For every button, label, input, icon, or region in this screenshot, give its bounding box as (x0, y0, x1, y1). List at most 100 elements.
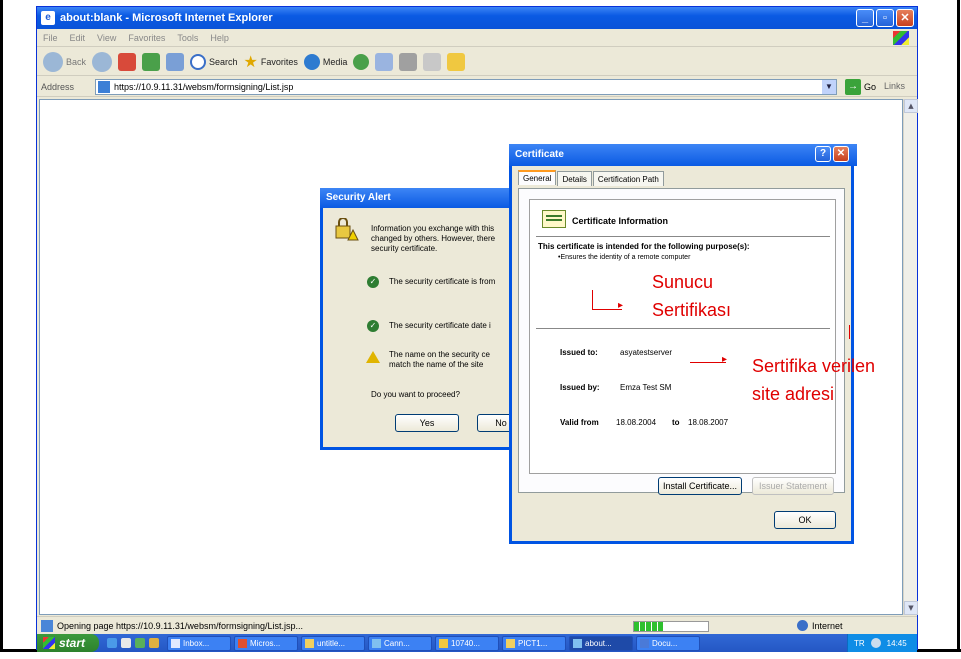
stop-button[interactable] (118, 52, 137, 71)
annotation-arrow-head: ▸ (618, 300, 624, 311)
intro-line-3: security certificate. (371, 244, 438, 253)
annotation-arrow-site (690, 362, 726, 363)
taskbar-button-about[interactable]: about... (569, 635, 633, 651)
menu-view[interactable]: View (97, 33, 116, 43)
check-icon: ✓ (367, 276, 379, 288)
back-button[interactable]: Back (43, 51, 87, 72)
search-icon (190, 53, 207, 70)
taskbar-button-inbox[interactable]: Inbox... (167, 635, 231, 651)
menu-file[interactable]: File (43, 33, 58, 43)
intro-line-1: Information you exchange with this (371, 224, 495, 233)
windows-flag-icon (893, 31, 909, 45)
quicklaunch-app-icon[interactable] (149, 638, 159, 648)
valid-to-value: 18.08.2007 (688, 418, 729, 427)
home-button[interactable] (166, 52, 185, 71)
status-text: Opening page https://10.9.11.31/websm/fo… (57, 620, 303, 631)
certificate-dialog: Certificate ? ✕ General Details Certific… (509, 144, 857, 544)
issued-by-value: Emza Test SM (620, 383, 672, 392)
star-icon: ★ (243, 53, 258, 71)
quicklaunch-desktop-icon[interactable] (121, 638, 131, 648)
media-button[interactable]: Media (303, 53, 348, 70)
folder-button[interactable] (447, 52, 466, 71)
menu-favorites[interactable]: Favorites (128, 33, 165, 43)
volume-icon[interactable] (870, 638, 881, 648)
yes-button[interactable]: Yes (395, 414, 459, 432)
print-button[interactable] (399, 52, 418, 71)
tab-details[interactable]: Details (557, 171, 592, 186)
taskbar-button-cann[interactable]: Cann... (368, 635, 432, 651)
language-indicator[interactable]: TR (854, 639, 865, 648)
taskbar-button-untitled[interactable]: untitle... (301, 635, 365, 651)
help-button[interactable]: ? (815, 146, 831, 162)
quicklaunch-ie-icon[interactable] (107, 638, 117, 648)
go-arrow-icon: → (845, 79, 861, 95)
standard-toolbar: Back Search ★ Favorites Media (37, 48, 917, 76)
address-dropdown[interactable]: ▼ (822, 80, 836, 94)
taskbar-button-micros[interactable]: Micros... (234, 635, 298, 651)
minimize-button[interactable]: _ (856, 9, 874, 27)
scroll-up-button[interactable]: ▲ (904, 99, 918, 113)
address-label: Address (41, 81, 75, 92)
security-alert-title: Security Alert (320, 188, 521, 208)
issuer-statement-button[interactable]: Issuer Statement (752, 477, 834, 495)
close-button[interactable]: ✕ (896, 9, 914, 27)
menu-help[interactable]: Help (210, 33, 229, 43)
issued-to-value: asyatestserver (620, 348, 673, 357)
annotation-mark (849, 325, 850, 339)
valid-from-label: Valid from (560, 418, 599, 427)
close-button[interactable]: ✕ (833, 146, 849, 162)
menu-tools[interactable]: Tools (177, 33, 198, 43)
divider (536, 328, 830, 329)
window-title: about:blank - Microsoft Internet Explore… (60, 12, 273, 24)
install-certificate-button[interactable]: Install Certificate... (658, 477, 742, 495)
forward-button[interactable] (92, 51, 113, 72)
start-button[interactable]: start (37, 634, 99, 652)
media-label: Media (322, 56, 348, 67)
quick-launch (107, 638, 159, 648)
taskbar-button-docu[interactable]: Docu... (636, 635, 700, 651)
scroll-down-button[interactable]: ▼ (904, 601, 918, 615)
refresh-button[interactable] (142, 52, 161, 71)
divider (536, 236, 830, 237)
taskbar-button-10740[interactable]: 10740... (435, 635, 499, 651)
certificate-info-box: Certificate Information This certificate… (529, 199, 836, 474)
status-bar: Opening page https://10.9.11.31/websm/fo… (37, 616, 917, 634)
zone-label: Internet (812, 620, 843, 631)
annotation-server-cert-1: Sunucu (652, 272, 714, 292)
edit-button[interactable] (423, 52, 442, 71)
proceed-question: Do you want to proceed? (371, 390, 460, 399)
ok-button[interactable]: OK (774, 511, 836, 529)
vertical-scrollbar[interactable]: ▲ ▼ (903, 99, 918, 615)
quicklaunch-media-icon[interactable] (135, 638, 145, 648)
tab-certification-path[interactable]: Certification Path (592, 171, 664, 186)
ie-titlebar: e about:blank - Microsoft Internet Explo… (37, 7, 917, 29)
taskbar-button-pict1[interactable]: PICT1... (502, 635, 566, 651)
cert-from-text: The security certificate is from (389, 277, 496, 286)
name-mismatch-line-2: match the name of the site (389, 360, 484, 369)
search-button[interactable]: Search (190, 53, 238, 70)
cert-date-text: The security certificate date i (389, 321, 491, 330)
menu-bar: File Edit View Favorites Tools Help (37, 29, 917, 47)
menu-edit[interactable]: Edit (70, 33, 86, 43)
system-tray: TR 14:45 (847, 634, 917, 652)
purpose-item: •Ensures the identity of a remote comput… (558, 254, 691, 261)
address-bar: Address https://10.9.11.31/websm/formsig… (37, 77, 917, 97)
mail-button[interactable] (375, 52, 394, 71)
tab-general[interactable]: General (518, 170, 557, 185)
ie-logo-icon: e (41, 11, 55, 25)
check-icon: ✓ (367, 320, 379, 332)
go-button[interactable]: → Go (845, 79, 876, 95)
windows-logo-icon (43, 637, 55, 649)
back-label: Back (66, 56, 87, 67)
intro-line-2: changed by others. However, there (371, 234, 496, 243)
favorites-button[interactable]: ★ Favorites (244, 52, 298, 72)
annotation-arrow-site-head: ▸ (722, 354, 728, 365)
links-button[interactable]: Links (884, 81, 905, 91)
address-input[interactable]: https://10.9.11.31/websm/formsigning/Lis… (95, 79, 837, 95)
history-button[interactable] (353, 53, 370, 70)
general-tab-panel: Certificate Information This certificate… (518, 188, 845, 493)
name-mismatch-line-1: The name on the security ce (389, 350, 490, 359)
maximize-button[interactable]: ▫ (876, 9, 894, 27)
annotation-site-2: site adresi (752, 384, 835, 404)
issued-by-label: Issued by: (560, 383, 600, 392)
